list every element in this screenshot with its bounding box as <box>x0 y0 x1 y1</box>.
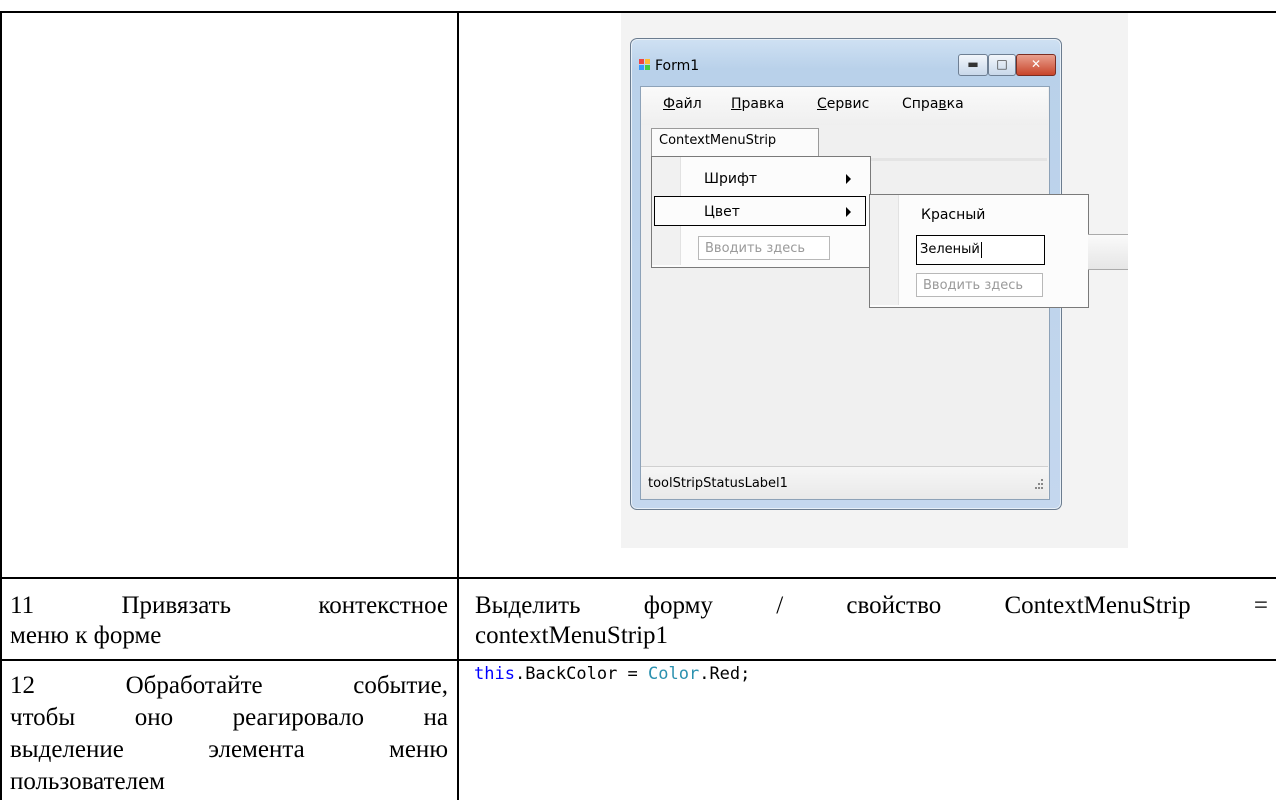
row-11-action-line-1: Выделить форму / свойство ContextMenuStr… <box>475 592 1268 619</box>
menu-help[interactable]: Справка <box>902 96 964 112</box>
close-icon: ✕ <box>1030 57 1042 71</box>
submenu-item-edit-field[interactable]: Зеленый <box>916 235 1045 265</box>
table-row-divider <box>0 577 1276 579</box>
resize-grip-icon[interactable] <box>1032 479 1044 491</box>
menu-item-color[interactable]: Цвет <box>704 204 740 220</box>
code-keyword: this <box>474 664 515 684</box>
submenu-arrow-icon <box>846 207 851 217</box>
code-end: .Red; <box>699 664 751 684</box>
code-member: .BackColor = <box>514 664 649 684</box>
submenu-extension-strip <box>1088 234 1128 270</box>
code-snippet: this.BackColor = Color.Red; <box>474 664 750 684</box>
type-here-input[interactable]: Вводить здесь <box>698 236 830 260</box>
menu-service[interactable]: Сервис <box>817 96 869 112</box>
table-left-border <box>0 11 2 800</box>
menu-file[interactable]: Файл <box>663 96 702 112</box>
code-type: Color <box>648 664 700 684</box>
row-12-step-line-1: 12 Обработайте событие, <box>10 672 448 699</box>
context-menu-tab-label: ContextMenuStrip <box>659 133 777 148</box>
row-11-step-line-2: меню к форме <box>10 622 162 649</box>
row-12-step-line-3: выделение элемента меню <box>10 736 448 763</box>
table-row-divider <box>0 659 1276 661</box>
row-12-step-line-2: чтобы оно реагировало на <box>10 704 448 731</box>
text-caret <box>980 241 982 258</box>
window-title: Form1 <box>655 58 700 74</box>
menu-item-font[interactable]: Шрифт <box>704 171 757 187</box>
menu-edit[interactable]: Правка <box>731 96 784 112</box>
close-button[interactable]: ✕ <box>1016 54 1056 76</box>
row-11-action-line-2: contextMenuStrip1 <box>475 622 669 649</box>
maximize-icon: □ <box>996 57 1008 71</box>
color-submenu-gutter <box>870 195 899 305</box>
row-12-step-line-4: пользователем <box>10 768 165 795</box>
table-column-divider <box>457 11 459 800</box>
submenu-type-here-input[interactable]: Вводить здесь <box>916 273 1043 297</box>
minimize-button[interactable]: ▬ <box>958 54 988 76</box>
minimize-icon: ▬ <box>967 57 979 71</box>
menu-item-color-selected[interactable] <box>654 196 866 226</box>
maximize-button[interactable]: □ <box>988 54 1016 76</box>
submenu-item-red[interactable]: Красный <box>921 207 985 223</box>
form-icon <box>639 59 652 72</box>
status-label: toolStripStatusLabel1 <box>648 476 788 491</box>
submenu-arrow-icon <box>846 174 851 184</box>
row-11-step-line-1: 11 Привязать контекстное <box>10 592 448 619</box>
submenu-edit-text: Зеленый <box>920 242 980 257</box>
